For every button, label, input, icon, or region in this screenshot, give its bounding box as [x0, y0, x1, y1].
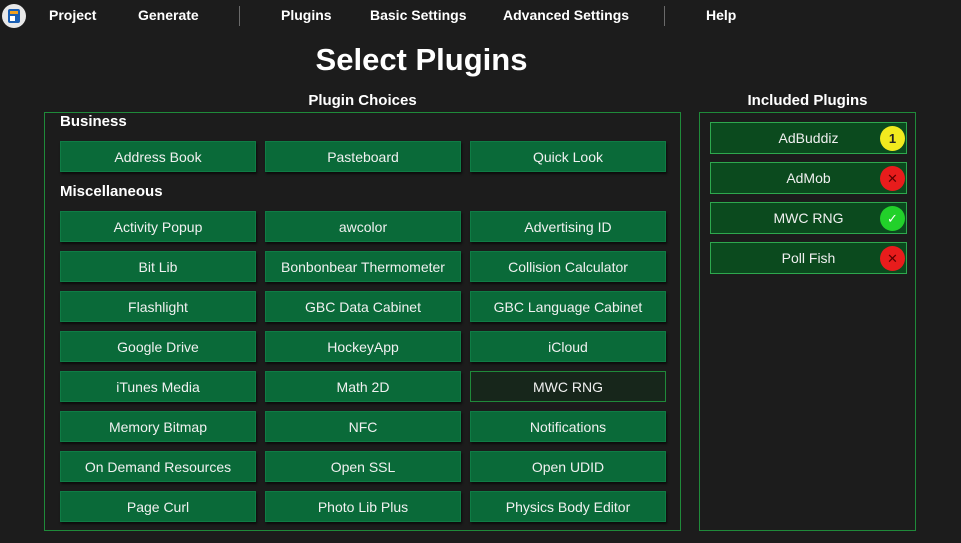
- included-plugin-adbuddiz[interactable]: AdBuddiz 1: [710, 122, 907, 154]
- menu-plugins[interactable]: Plugins: [281, 7, 332, 23]
- plugin-button-open-ssl[interactable]: Open SSL: [265, 451, 461, 482]
- included-plugin-label: Poll Fish: [781, 250, 836, 266]
- plugin-button-pasteboard[interactable]: Pasteboard: [265, 141, 461, 172]
- plugin-button-nfc[interactable]: NFC: [265, 411, 461, 442]
- menu-basic-settings[interactable]: Basic Settings: [370, 7, 466, 23]
- category-label: Miscellaneous: [60, 183, 163, 200]
- plugin-button-quick-look[interactable]: Quick Look: [470, 141, 666, 172]
- error-x-icon: ✕: [880, 166, 905, 191]
- included-plugin-poll-fish[interactable]: Poll Fish ✕: [710, 242, 907, 274]
- menu-project[interactable]: Project: [49, 7, 96, 23]
- plugin-button-math-2d[interactable]: Math 2D: [265, 371, 461, 402]
- plugin-button-notifications[interactable]: Notifications: [470, 411, 666, 442]
- plugin-button-collision-calculator[interactable]: Collision Calculator: [470, 251, 666, 282]
- included-plugin-label: AdMob: [786, 170, 831, 186]
- plugin-button-bit-lib[interactable]: Bit Lib: [60, 251, 256, 282]
- included-plugins-heading: Included Plugins: [747, 92, 868, 109]
- menu-bar: Project Generate Plugins Basic Settings …: [0, 0, 961, 32]
- plugin-button-physics-body-editor[interactable]: Physics Body Editor: [470, 491, 666, 522]
- menu-separator: [664, 6, 665, 26]
- plugin-button-page-curl[interactable]: Page Curl: [60, 491, 256, 522]
- plugin-button-advertising-id[interactable]: Advertising ID: [470, 211, 666, 242]
- plugin-button-gbc-data-cabinet[interactable]: GBC Data Cabinet: [265, 291, 461, 322]
- plugin-button-google-drive[interactable]: Google Drive: [60, 331, 256, 362]
- number-badge-icon: 1: [880, 126, 905, 151]
- plugin-choices-panel: Business Address Book Pasteboard Quick Look…: [44, 112, 681, 531]
- included-plugin-mwc-rng[interactable]: MWC RNG ✓: [710, 202, 907, 234]
- included-plugin-label: MWC RNG: [773, 210, 844, 226]
- plugin-button-awcolor[interactable]: awcolor: [265, 211, 461, 242]
- error-x-icon: ✕: [880, 246, 905, 271]
- plugin-button-bonbonbear-thermometer[interactable]: Bonbonbear Thermometer: [265, 251, 461, 282]
- plugin-button-icloud[interactable]: iCloud: [470, 331, 666, 362]
- plugin-button-open-udid[interactable]: Open UDID: [470, 451, 666, 482]
- menu-advanced-settings[interactable]: Advanced Settings: [503, 7, 629, 23]
- plugin-button-itunes-media[interactable]: iTunes Media: [60, 371, 256, 402]
- category-label: Business: [60, 113, 127, 130]
- menu-separator: [239, 6, 240, 26]
- plugin-button-on-demand-resources[interactable]: On Demand Resources: [60, 451, 256, 482]
- plugin-button-activity-popup[interactable]: Activity Popup: [60, 211, 256, 242]
- plugin-button-memory-bitmap[interactable]: Memory Bitmap: [60, 411, 256, 442]
- app-logo-icon[interactable]: [2, 4, 26, 28]
- checkmark-icon: ✓: [880, 206, 905, 231]
- plugin-button-flashlight[interactable]: Flashlight: [60, 291, 256, 322]
- menu-help[interactable]: Help: [706, 7, 736, 23]
- included-plugin-label: AdBuddiz: [778, 130, 839, 146]
- plugin-button-photo-lib-plus[interactable]: Photo Lib Plus: [265, 491, 461, 522]
- included-plugin-admob[interactable]: AdMob ✕: [710, 162, 907, 194]
- menu-generate[interactable]: Generate: [138, 7, 199, 23]
- page-title: Select Plugins: [315, 42, 528, 77]
- plugin-button-hockeyapp[interactable]: HockeyApp: [265, 331, 461, 362]
- plugin-button-gbc-language-cabinet[interactable]: GBC Language Cabinet: [470, 291, 666, 322]
- included-plugins-panel: AdBuddiz 1 AdMob ✕ MWC RNG ✓ Poll Fish ✕: [699, 112, 916, 531]
- plugin-button-mwc-rng[interactable]: MWC RNG: [470, 371, 666, 402]
- plugin-button-address-book[interactable]: Address Book: [60, 141, 256, 172]
- plugin-choices-heading: Plugin Choices: [308, 92, 417, 109]
